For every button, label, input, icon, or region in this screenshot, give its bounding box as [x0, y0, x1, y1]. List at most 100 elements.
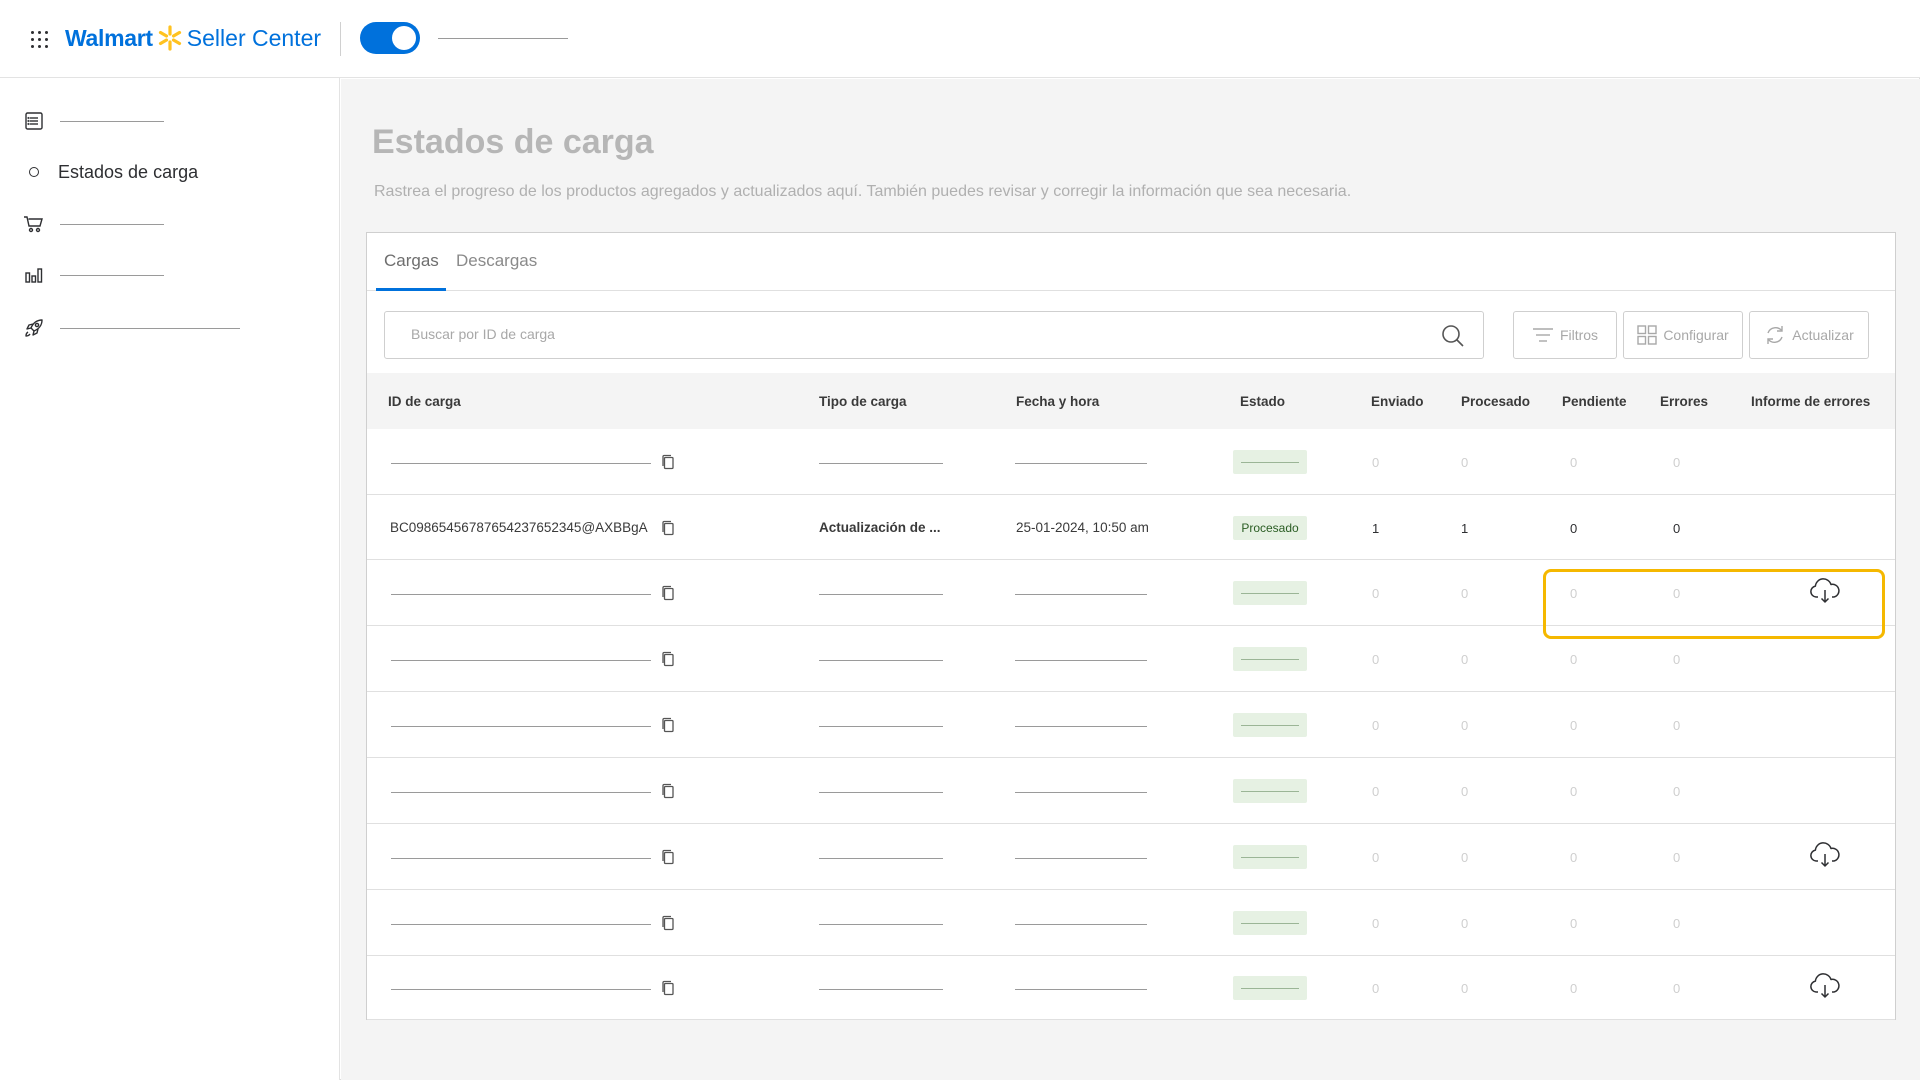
column-header: ID de carga: [388, 394, 461, 409]
status-badge: [1233, 450, 1307, 474]
column-header: Fecha y hora: [1016, 394, 1100, 409]
sidebar-item-analytics[interactable]: [22, 260, 164, 290]
count-processed: 0: [1461, 784, 1469, 799]
filter-icon: [1532, 328, 1553, 342]
count-sent: 0: [1372, 981, 1380, 996]
upload-id-placeholder: [391, 463, 651, 464]
search-icon[interactable]: [1441, 324, 1465, 348]
count-pending: 0: [1570, 455, 1578, 470]
status-placeholder: [1241, 725, 1299, 726]
status-placeholder: [1241, 791, 1299, 792]
copy-icon[interactable]: [661, 783, 675, 799]
copy-icon[interactable]: [661, 717, 675, 733]
count-errors: 0: [1673, 652, 1681, 667]
filters-button[interactable]: Filtros: [1513, 311, 1617, 359]
table-row[interactable]: 0 0 0 0: [367, 560, 1895, 626]
upload-id-placeholder: [391, 660, 651, 661]
upload-date-placeholder: [1015, 989, 1147, 990]
count-pending: 0: [1570, 981, 1578, 996]
column-header: Pendiente: [1562, 394, 1627, 409]
sidebar-item-label: Estados de carga: [58, 161, 199, 182]
count-processed: 0: [1461, 455, 1469, 470]
copy-icon[interactable]: [661, 454, 675, 470]
table-row[interactable]: 0 0 0 0: [367, 429, 1895, 495]
rocket-icon: [22, 316, 46, 340]
upload-id-placeholder: [391, 858, 651, 859]
sidebar-item-list[interactable]: [22, 106, 164, 136]
column-header: Estado: [1240, 394, 1286, 409]
brand-walmart: Walmart: [65, 24, 153, 51]
count-processed: 0: [1461, 981, 1469, 996]
top-header: Walmart Seller Center: [0, 0, 1920, 78]
configure-button[interactable]: Configurar: [1623, 311, 1743, 359]
sidebar-item-estados-de-carga[interactable]: Estados de carga: [22, 157, 198, 187]
sidebar-item-cart[interactable]: [22, 209, 164, 239]
header-divider: [340, 22, 341, 56]
upload-type-placeholder: [819, 726, 943, 727]
count-errors: 0: [1673, 850, 1681, 865]
brand-logo[interactable]: Walmart Seller Center: [65, 23, 321, 53]
upload-id-placeholder: [391, 726, 651, 727]
tab-descargas[interactable]: Descargas: [456, 251, 537, 291]
count-pending: 0: [1570, 586, 1578, 601]
header-toggle[interactable]: [360, 22, 420, 54]
count-sent: 0: [1372, 586, 1380, 601]
table-row[interactable]: BC0986545678765423765234​5@AXBBgA Actuali…: [367, 495, 1895, 560]
page-description: Rastrea el progreso de los productos agr…: [374, 183, 1352, 200]
status-badge: [1233, 911, 1307, 935]
app-launcher-icon[interactable]: [31, 31, 48, 48]
column-header: Errores: [1660, 394, 1709, 409]
upload-date-placeholder: [1015, 463, 1147, 464]
upload-date-placeholder: [1015, 726, 1147, 727]
upload-id-placeholder: [391, 924, 651, 925]
table-row[interactable]: 0 0 0 0: [367, 824, 1895, 890]
count-errors: 0: [1673, 521, 1681, 536]
count-sent: 0: [1372, 455, 1380, 470]
upload-type-placeholder: [819, 594, 943, 595]
table-header: ID de carga Tipo de carga Fecha y hora E…: [367, 373, 1895, 429]
table-row[interactable]: 0 0 0 0: [367, 890, 1895, 956]
table-row[interactable]: 0 0 0 0: [367, 956, 1895, 1020]
count-sent: 0: [1372, 916, 1380, 931]
uploads-card: Cargas Descargas Filtros Configurar: [366, 232, 1896, 1020]
cloud-download-icon[interactable]: [1809, 842, 1841, 873]
count-pending: 0: [1570, 718, 1578, 733]
count-sent: 1: [1372, 521, 1380, 536]
sidebar-item-growth[interactable]: [22, 313, 240, 343]
upload-type-placeholder: [819, 989, 943, 990]
copy-icon[interactable]: [661, 520, 675, 536]
table-row[interactable]: 0 0 0 0: [367, 758, 1895, 824]
status-badge: [1233, 713, 1307, 737]
count-sent: 0: [1372, 784, 1380, 799]
status-badge: Procesado: [1233, 516, 1307, 540]
upload-type-placeholder: [819, 792, 943, 793]
upload-type-placeholder: [819, 660, 943, 661]
count-errors: 0: [1673, 586, 1681, 601]
column-header: Tipo de carga: [819, 394, 907, 409]
cloud-download-icon[interactable]: [1809, 578, 1841, 609]
count-pending: 0: [1570, 850, 1578, 865]
copy-icon[interactable]: [661, 585, 675, 601]
tab-cargas[interactable]: Cargas: [376, 251, 446, 291]
filters-label: Filtros: [1559, 327, 1599, 343]
copy-icon[interactable]: [661, 651, 675, 667]
refresh-label: Actualizar: [1792, 327, 1854, 343]
table-row[interactable]: 0 0 0 0: [367, 626, 1895, 692]
copy-icon[interactable]: [661, 980, 675, 996]
copy-icon[interactable]: [661, 915, 675, 931]
cloud-download-icon[interactable]: [1809, 973, 1841, 1004]
spark-icon: [158, 25, 181, 51]
search-input[interactable]: [411, 326, 1411, 342]
upload-type-placeholder: [819, 858, 943, 859]
bar-chart-icon: [22, 263, 46, 287]
count-sent: 0: [1372, 652, 1380, 667]
copy-icon[interactable]: [661, 849, 675, 865]
count-errors: 0: [1673, 916, 1681, 931]
sidebar-placeholder: [60, 274, 164, 276]
upload-type-placeholder: [819, 463, 943, 464]
count-pending: 0: [1570, 652, 1578, 667]
refresh-button[interactable]: Actualizar: [1749, 311, 1869, 359]
status-placeholder: [1241, 857, 1299, 858]
table-row[interactable]: 0 0 0 0: [367, 692, 1895, 758]
status-label: Procesado: [1241, 521, 1299, 535]
